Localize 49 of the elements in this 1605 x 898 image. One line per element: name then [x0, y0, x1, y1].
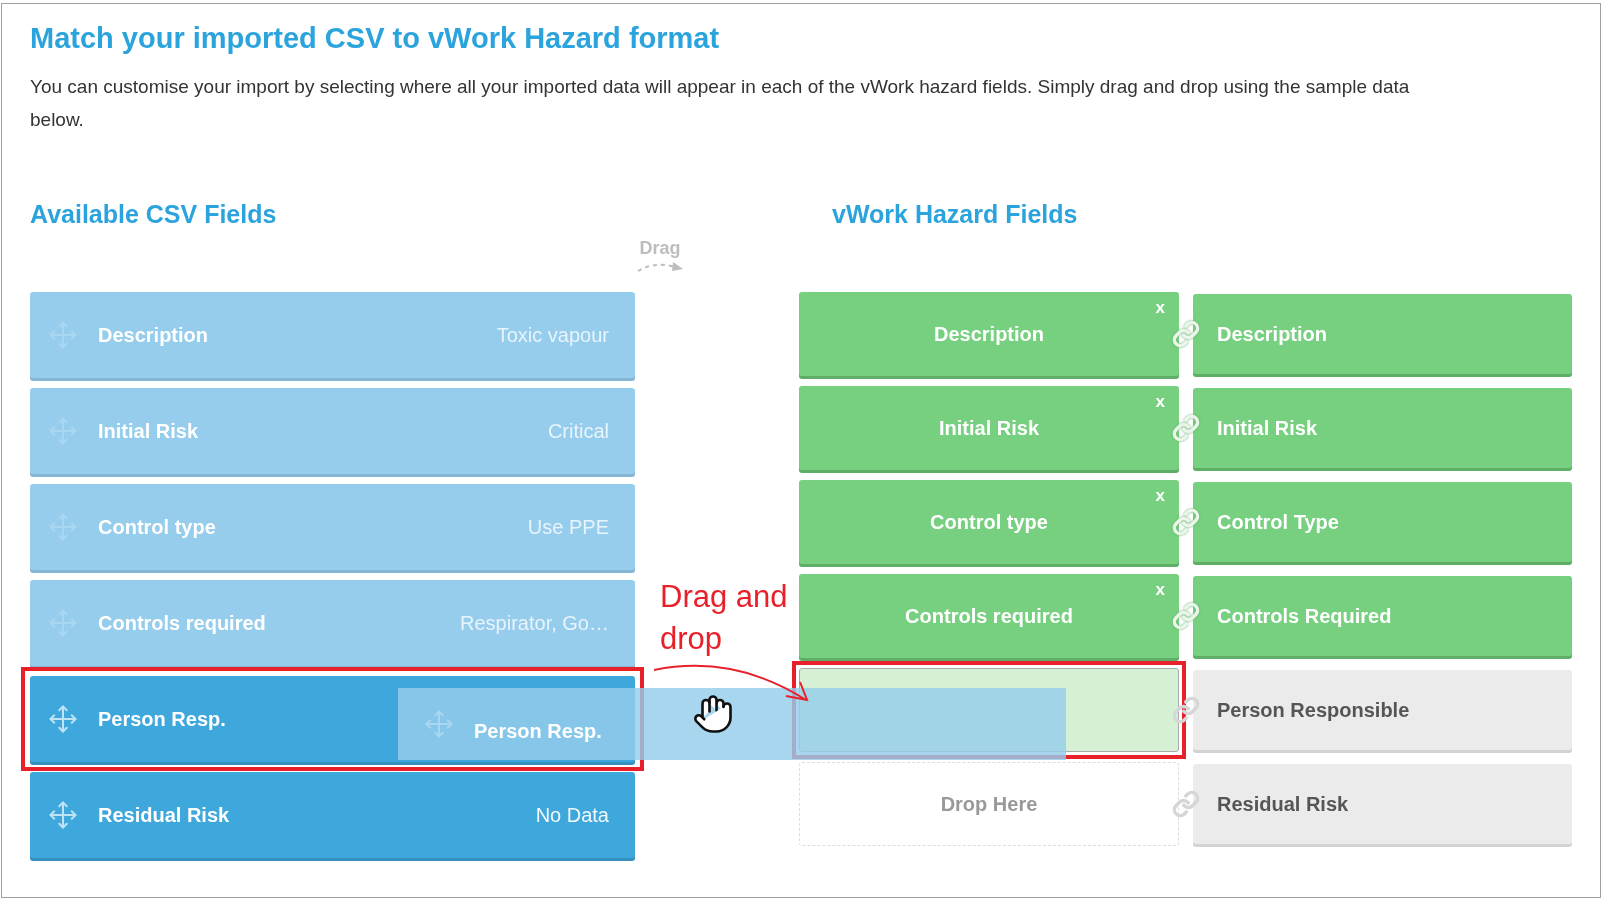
field-label: Description: [98, 323, 209, 347]
remove-button[interactable]: x: [1155, 298, 1165, 318]
remove-button[interactable]: x: [1155, 392, 1165, 412]
dashed-arrow-icon: [635, 259, 685, 273]
remove-button[interactable]: x: [1155, 580, 1165, 600]
link-icon: [1172, 320, 1200, 348]
link-icon: [1172, 602, 1200, 630]
mapped-field[interactable]: Controls required x: [799, 574, 1179, 658]
field-label: Residual Risk: [98, 803, 230, 827]
csv-field-card[interactable]: Residual Risk No Data: [30, 772, 635, 858]
page-title: Match your imported CSV to vWork Hazard format: [30, 21, 720, 56]
hazard-field: Initial Risk: [1193, 388, 1572, 468]
csv-field-card[interactable]: Initial Risk Critical: [30, 388, 635, 474]
section-heading: Available CSV Fields: [30, 200, 278, 230]
sample-value: Toxic vapour: [496, 323, 609, 347]
hand-cursor-icon: [692, 693, 734, 735]
drop-zone[interactable]: Drop Here: [799, 762, 1179, 846]
sample-value: Use PPE: [527, 515, 609, 539]
hazard-field: Controls Required: [1193, 576, 1572, 656]
move-icon[interactable]: [48, 704, 78, 734]
field-label: Initial Risk: [98, 419, 199, 443]
link-icon: [1172, 790, 1200, 818]
section-heading: vWork Hazard Fields: [831, 200, 1078, 230]
sample-value: Critical: [547, 419, 609, 443]
mapped-field[interactable]: Control type x: [799, 480, 1179, 564]
annotation-text: Drag and drop: [660, 578, 789, 658]
hazard-field: Residual Risk: [1193, 764, 1572, 844]
hazard-field: Description: [1193, 294, 1572, 374]
drag-hint: Drag: [639, 238, 681, 259]
mapped-field[interactable]: Description x: [799, 292, 1179, 376]
field-label: Person Resp.: [98, 707, 226, 731]
sample-value: Respirator, Go…: [460, 611, 609, 635]
field-label: Person Resp.: [474, 719, 602, 743]
csv-field-card[interactable]: Description Toxic vapour: [30, 292, 635, 378]
field-label: Control type: [98, 515, 216, 539]
hazard-field: Person Responsible: [1193, 670, 1572, 750]
link-icon: [1172, 696, 1200, 724]
remove-button[interactable]: x: [1155, 486, 1165, 506]
intro-text: You can customise your import by selecting where all your imported data will appear in each of the vWork hazard fields. Simply drag and drop using the sample data below.: [30, 75, 1411, 132]
mapped-field[interactable]: Initial Risk x: [799, 386, 1179, 470]
sample-value: No Data: [535, 803, 609, 827]
move-icon[interactable]: [48, 800, 78, 830]
link-icon: [1172, 508, 1200, 536]
hazard-field: Control Type: [1193, 482, 1572, 562]
csv-field-card[interactable]: Controls required Respirator, Go…: [30, 580, 635, 666]
field-label: Controls required: [98, 611, 266, 635]
link-icon: [1172, 414, 1200, 442]
csv-field-card[interactable]: Control type Use PPE: [30, 484, 635, 570]
move-icon: [424, 709, 454, 739]
